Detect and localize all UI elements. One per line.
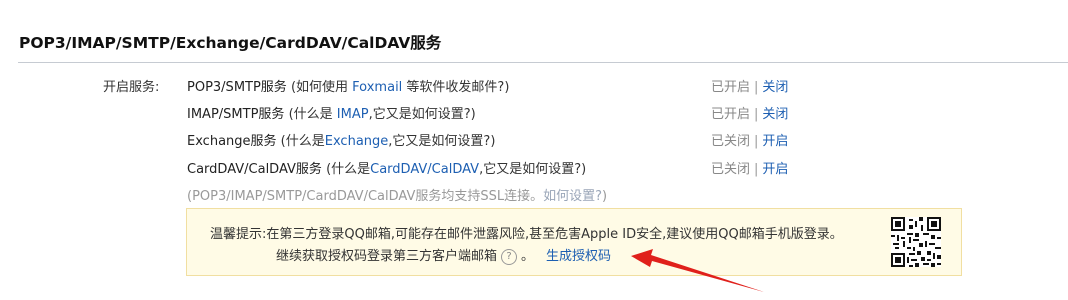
annotation-arrow [631,249,764,292]
